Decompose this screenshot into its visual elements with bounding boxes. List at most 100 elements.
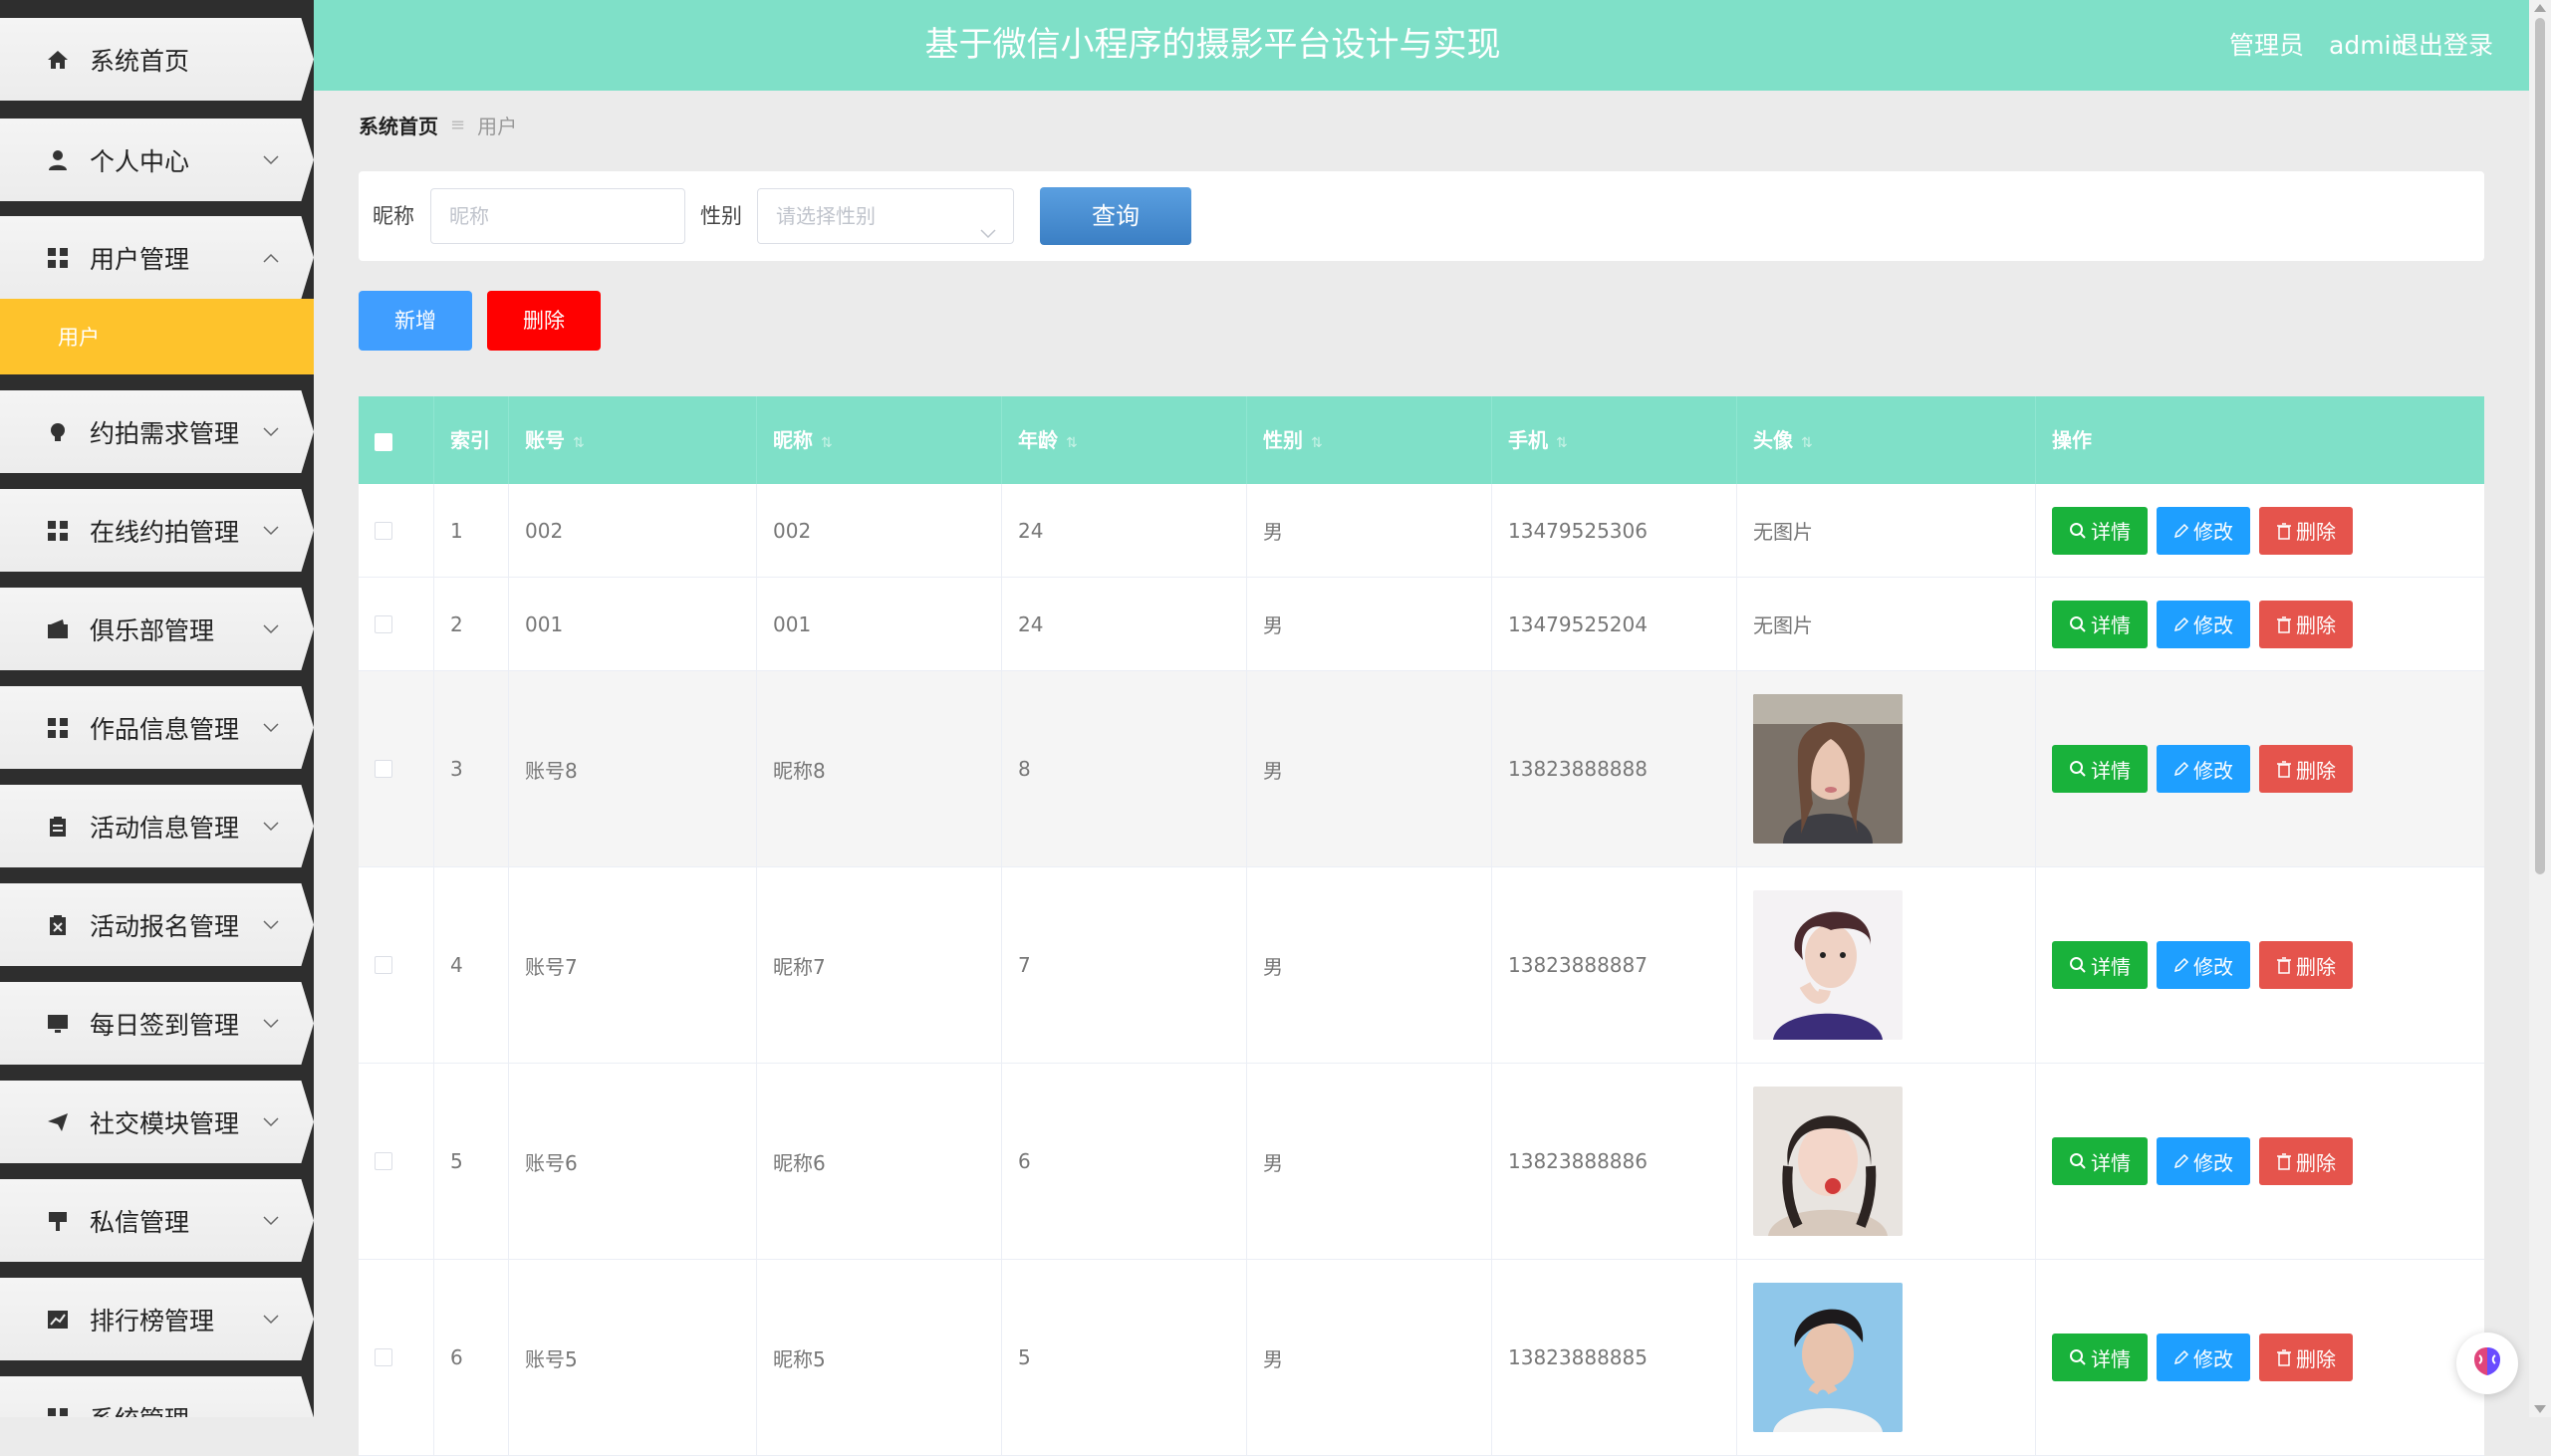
pencil-icon — [2173, 616, 2189, 631]
sort-icon: ⇅ — [1801, 435, 1813, 451]
cell-gender: 男 — [1247, 578, 1492, 670]
cell-nickname: 昵称5 — [757, 1260, 1002, 1455]
cell-index: 2 — [434, 578, 509, 670]
wallet-icon — [46, 617, 70, 641]
trash-icon — [2277, 1349, 2291, 1366]
add-button[interactable]: 新增 — [359, 291, 472, 351]
detail-button[interactable]: 详情 — [2052, 600, 2148, 648]
detail-button[interactable]: 详情 — [2052, 745, 2148, 793]
scroll-down-arrow-icon[interactable] — [2534, 1405, 2546, 1413]
delete-button[interactable]: 删除 — [2259, 941, 2353, 989]
sort-icon: ⇅ — [573, 435, 585, 451]
sidebar-subitem-user[interactable]: 用户 — [0, 299, 314, 374]
cell-ops: 详情 修改 删除 — [2036, 867, 2484, 1063]
sidebar-item-profile[interactable]: 个人中心 — [0, 119, 314, 201]
search-icon — [2070, 522, 2086, 539]
cell-gender: 男 — [1247, 484, 1492, 577]
cell-phone: 13823888888 — [1492, 671, 1737, 866]
table-header: 索引 账号 ⇅ 昵称 ⇅ 年龄 ⇅ 性别 ⇅ 手机 ⇅ 头像 ⇅ 操作 — [359, 396, 2484, 484]
column-header-nickname[interactable]: 昵称 ⇅ — [757, 396, 1002, 484]
edit-button[interactable]: 修改 — [2157, 745, 2250, 793]
row-checkbox[interactable] — [375, 956, 392, 974]
sidebar-item-club[interactable]: 俱乐部管理 — [0, 588, 314, 670]
sidebar-item-signup[interactable]: 活动报名管理 — [0, 883, 314, 966]
sidebar-item-social[interactable]: 社交模块管理 — [0, 1081, 314, 1163]
page-scrollbar[interactable] — [2529, 0, 2551, 1417]
delete-button[interactable]: 删除 — [2259, 1137, 2353, 1185]
sidebar-item-label: 私信管理 — [90, 1207, 190, 1237]
row-checkbox[interactable] — [375, 521, 392, 540]
sidebar-item-label: 约拍需求管理 — [90, 418, 240, 448]
sidebar-item-label: 活动信息管理 — [90, 813, 240, 843]
search-icon — [2070, 761, 2086, 777]
select-all-checkbox[interactable] — [375, 432, 392, 451]
sidebar-item-user-mgmt[interactable]: 用户管理 — [0, 216, 314, 299]
logout-button[interactable]: 退出登录 — [2394, 0, 2493, 91]
sidebar-item-home[interactable]: 系统首页 — [0, 18, 314, 101]
chevron-down-icon — [260, 421, 282, 443]
chevron-down-icon — [260, 1013, 282, 1035]
cell-avatar: 无图片 — [1737, 578, 2036, 670]
cell-nickname: 昵称7 — [757, 867, 1002, 1063]
edit-button[interactable]: 修改 — [2157, 600, 2250, 648]
row-checkbox[interactable] — [375, 1152, 392, 1170]
edit-button[interactable]: 修改 — [2157, 941, 2250, 989]
column-header-account[interactable]: 账号 ⇅ — [509, 396, 757, 484]
row-checkbox[interactable] — [375, 1348, 392, 1366]
row-checkbox[interactable] — [375, 760, 392, 778]
chevron-down-icon — [260, 914, 282, 936]
user-role: 管理员 — [2229, 31, 2305, 60]
sidebar-item-shoot-demand[interactable]: 约拍需求管理 — [0, 390, 314, 473]
sidebar-item-system[interactable]: 系统管理 — [0, 1376, 314, 1417]
breadcrumb-home[interactable]: 系统首页 — [359, 111, 438, 139]
gender-select-placeholder: 请选择性别 — [776, 204, 876, 228]
grid-icon — [46, 246, 70, 270]
detail-button[interactable]: 详情 — [2052, 1334, 2148, 1381]
sign-icon — [46, 1209, 70, 1233]
avatar — [1753, 890, 1903, 1040]
column-header-phone[interactable]: 手机 ⇅ — [1492, 396, 1737, 484]
sidebar: 系统首页 个人中心 用户管理 用户 约拍需求管理 在线约拍管理 俱乐部管理 作品… — [0, 0, 314, 1417]
detail-button[interactable]: 详情 — [2052, 506, 2148, 555]
sidebar-item-messages[interactable]: 私信管理 — [0, 1179, 314, 1262]
delete-button[interactable]: 删除 — [2259, 506, 2353, 555]
scrollbar-thumb[interactable] — [2535, 18, 2545, 874]
edit-button[interactable]: 修改 — [2157, 1137, 2250, 1185]
chart-icon — [46, 1308, 70, 1332]
cell-nickname: 001 — [757, 578, 1002, 670]
edit-button[interactable]: 修改 — [2157, 506, 2250, 555]
detail-button[interactable]: 详情 — [2052, 941, 2148, 989]
sidebar-item-ranking[interactable]: 排行榜管理 — [0, 1278, 314, 1360]
cell-age: 24 — [1002, 578, 1247, 670]
sidebar-item-activity[interactable]: 活动信息管理 — [0, 785, 314, 867]
row-checkbox[interactable] — [375, 614, 392, 633]
pencil-icon — [2173, 957, 2189, 973]
gender-label: 性别 — [700, 204, 742, 228]
gender-select[interactable]: 请选择性别 — [757, 188, 1014, 244]
delete-button[interactable]: 删除 — [2259, 600, 2353, 648]
home-icon — [46, 48, 70, 72]
cell-phone: 13823888885 — [1492, 1260, 1737, 1455]
nickname-input[interactable] — [430, 188, 685, 244]
cell-gender: 男 — [1247, 671, 1492, 866]
chevron-down-icon — [260, 149, 282, 171]
delete-button[interactable]: 删除 — [2259, 1334, 2353, 1381]
sidebar-item-online-shoot[interactable]: 在线约拍管理 — [0, 489, 314, 572]
delete-button[interactable]: 删除 — [2259, 745, 2353, 793]
cell-nickname: 昵称6 — [757, 1064, 1002, 1259]
batch-delete-button[interactable]: 删除 — [487, 291, 601, 351]
column-header-age[interactable]: 年龄 ⇅ — [1002, 396, 1247, 484]
sidebar-item-works[interactable]: 作品信息管理 — [0, 686, 314, 769]
sidebar-item-label: 系统管理 — [90, 1400, 314, 1418]
cell-age: 8 — [1002, 671, 1247, 866]
column-header-gender[interactable]: 性别 ⇅ — [1247, 396, 1492, 484]
floating-assistant-button[interactable] — [2456, 1333, 2518, 1394]
query-button[interactable]: 查询 — [1040, 187, 1191, 245]
sidebar-item-checkin[interactable]: 每日签到管理 — [0, 982, 314, 1065]
chevron-down-icon — [260, 1309, 282, 1331]
column-header-avatar[interactable]: 头像 ⇅ — [1737, 396, 2036, 484]
edit-button[interactable]: 修改 — [2157, 1334, 2250, 1381]
scroll-up-arrow-icon[interactable] — [2534, 4, 2546, 12]
sidebar-item-label: 用户管理 — [90, 244, 190, 274]
detail-button[interactable]: 详情 — [2052, 1137, 2148, 1185]
